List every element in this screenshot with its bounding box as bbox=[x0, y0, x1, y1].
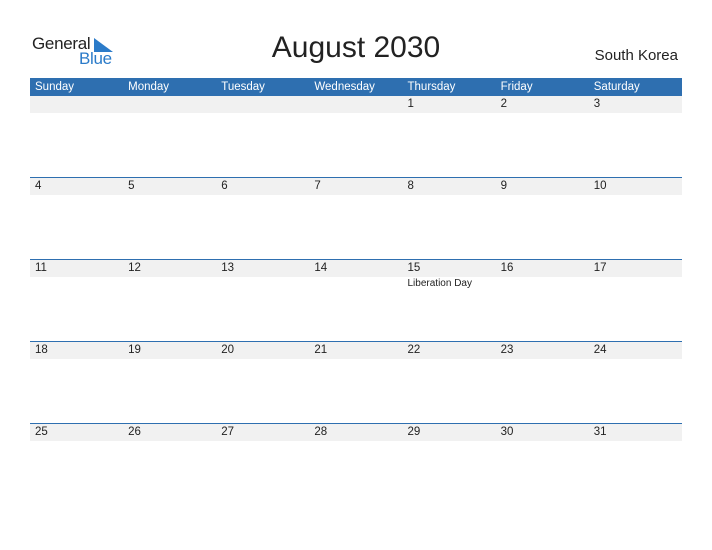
day-number: 21 bbox=[314, 344, 328, 356]
event-strip bbox=[30, 113, 682, 114]
date-strip: 18 19 20 21 22 23 24 bbox=[30, 342, 682, 359]
week-row: 18 19 20 21 22 23 24 bbox=[30, 341, 682, 423]
day-number: 5 bbox=[128, 180, 135, 192]
holiday-label bbox=[216, 441, 309, 442]
holiday-label bbox=[589, 277, 682, 289]
day-number: 26 bbox=[128, 426, 141, 438]
day-number bbox=[123, 96, 216, 113]
day-number: 29 bbox=[407, 426, 421, 438]
weekday-header: Sunday Monday Tuesday Wednesday Thursday… bbox=[30, 78, 682, 96]
day-number: 1 bbox=[407, 98, 414, 110]
holiday-label bbox=[403, 441, 496, 442]
holiday-label bbox=[30, 359, 123, 360]
day-number bbox=[309, 96, 402, 113]
day-number: 30 bbox=[500, 426, 514, 438]
day-number: 8 bbox=[407, 180, 414, 192]
holiday-label bbox=[403, 113, 496, 114]
event-strip: Liberation Day bbox=[30, 277, 682, 289]
day-number bbox=[216, 96, 309, 113]
week-row: 25 26 27 28 29 30 31 bbox=[30, 423, 682, 505]
day-number: 2 bbox=[500, 98, 508, 110]
country-label: South Korea bbox=[594, 47, 678, 64]
day-number: 14 bbox=[314, 262, 328, 274]
event-strip bbox=[30, 441, 682, 442]
holiday-label: Liberation Day bbox=[407, 278, 472, 289]
week-row: 4 5 6 7 8 9 10 bbox=[30, 177, 682, 259]
weekday-tuesday: Tuesday bbox=[221, 81, 265, 93]
holiday-label bbox=[309, 277, 402, 289]
holiday-label bbox=[30, 195, 123, 196]
day-number: 28 bbox=[314, 426, 328, 438]
weekday-wednesday: Wednesday bbox=[314, 81, 375, 93]
weekday-thursday: Thursday bbox=[407, 81, 456, 93]
day-number: 9 bbox=[500, 180, 508, 192]
day-number: 17 bbox=[593, 262, 607, 274]
week-row: 1 2 3 bbox=[30, 96, 682, 177]
holiday-label bbox=[309, 113, 402, 114]
holiday-label bbox=[30, 277, 123, 289]
weekday-friday: Friday bbox=[500, 81, 533, 93]
holiday-label bbox=[30, 113, 123, 114]
holiday-label bbox=[589, 359, 682, 360]
holiday-label bbox=[496, 441, 589, 442]
weekday-saturday: Saturday bbox=[593, 81, 640, 93]
week-row: 11 12 13 14 15 16 17 Liberation Day bbox=[30, 259, 682, 341]
date-strip: 11 12 13 14 15 16 17 bbox=[30, 260, 682, 277]
holiday-label bbox=[589, 441, 682, 442]
holiday-label bbox=[403, 195, 496, 196]
day-number: 31 bbox=[593, 426, 607, 438]
holiday-label bbox=[309, 195, 402, 196]
holiday-label bbox=[403, 359, 496, 360]
date-strip: 25 26 27 28 29 30 31 bbox=[30, 424, 682, 441]
holiday-label bbox=[496, 277, 589, 289]
holiday-label bbox=[123, 113, 216, 114]
holiday-label bbox=[496, 359, 589, 360]
day-number: 4 bbox=[35, 180, 42, 192]
holiday-label bbox=[123, 195, 216, 196]
date-strip: 4 5 6 7 8 9 10 bbox=[30, 178, 682, 195]
day-number: 7 bbox=[314, 180, 321, 192]
day-number: 13 bbox=[221, 262, 235, 274]
holiday-label bbox=[123, 441, 216, 442]
holiday-label bbox=[309, 441, 402, 442]
holiday-label bbox=[216, 113, 309, 114]
day-number: 20 bbox=[221, 344, 235, 356]
holiday-label bbox=[30, 441, 123, 442]
day-number: 6 bbox=[221, 180, 228, 192]
holiday-label bbox=[123, 359, 216, 360]
holiday-label bbox=[216, 277, 309, 289]
holiday-label bbox=[589, 195, 682, 196]
holiday-label bbox=[496, 195, 589, 196]
holiday-label bbox=[216, 195, 309, 196]
holiday-label bbox=[123, 277, 216, 289]
holiday-label bbox=[496, 113, 589, 114]
weekday-sunday: Sunday bbox=[35, 81, 75, 93]
day-number: 19 bbox=[128, 344, 141, 356]
holiday-label bbox=[309, 359, 402, 360]
day-number: 24 bbox=[593, 344, 607, 356]
day-number: 25 bbox=[35, 426, 48, 438]
holiday-label bbox=[216, 359, 309, 360]
day-number: 15 bbox=[407, 262, 421, 274]
event-strip bbox=[30, 359, 682, 360]
event-strip bbox=[30, 195, 682, 196]
day-number: 22 bbox=[407, 344, 421, 356]
day-number: 12 bbox=[128, 262, 141, 274]
date-strip: 1 2 3 bbox=[30, 96, 682, 113]
day-number: 11 bbox=[35, 262, 47, 274]
day-number: 27 bbox=[221, 426, 235, 438]
day-number: 16 bbox=[500, 262, 514, 274]
holiday-label bbox=[589, 113, 682, 114]
day-number: 10 bbox=[593, 180, 607, 192]
day-number: 18 bbox=[35, 344, 48, 356]
weekday-monday: Monday bbox=[128, 81, 170, 93]
calendar-grid: Sunday Monday Tuesday Wednesday Thursday… bbox=[30, 78, 682, 505]
day-number bbox=[30, 96, 123, 113]
day-number: 3 bbox=[593, 98, 601, 110]
day-number: 23 bbox=[500, 344, 514, 356]
